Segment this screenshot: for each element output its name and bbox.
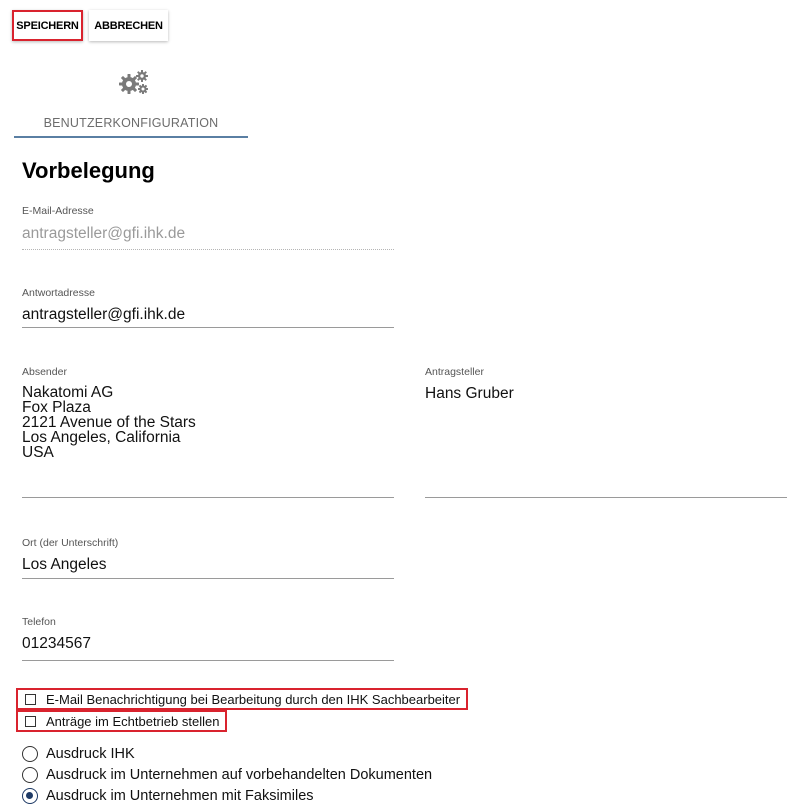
sender-field[interactable]: Nakatomi AG Fox Plaza 2121 Avenue of the…	[22, 384, 196, 461]
applicant-underline	[425, 497, 787, 498]
radio-print-pretreated[interactable]: Ausdruck im Unternehmen auf vorbehandelt…	[22, 766, 432, 784]
email-field-underline	[22, 249, 394, 250]
sender-line: Nakatomi AG	[22, 384, 114, 401]
sender-label: Absender	[22, 366, 67, 378]
sender-line: Los Angeles, California	[22, 429, 181, 446]
sender-line: USA	[22, 444, 54, 461]
sender-line: 2121 Avenue of the Stars	[22, 414, 196, 431]
checkbox-box[interactable]	[25, 693, 36, 705]
email-field: antragsteller@gfi.ihk.de	[22, 225, 186, 242]
place-underline	[22, 578, 394, 579]
place-field[interactable]: Los Angeles	[22, 556, 106, 574]
tab-user-configuration[interactable]: BENUTZERKONFIGURATION	[14, 62, 248, 139]
email-notification-checkbox[interactable]: E-Mail Benachrichtigung bei Bearbeitung …	[16, 688, 469, 710]
reply-address-underline	[22, 327, 394, 328]
radio-print-facsimile[interactable]: Ausdruck im Unternehmen mit Faksimiles	[22, 787, 314, 805]
place-label: Ort (der Unterschrift)	[22, 537, 119, 549]
radio-button[interactable]	[22, 746, 38, 762]
tab-active-indicator	[14, 136, 248, 138]
save-button[interactable]: SPEICHERN	[12, 10, 83, 41]
checkbox-label: E-Mail Benachrichtigung bei Bearbeitung …	[46, 691, 461, 707]
applicant-field[interactable]: Hans Gruber	[425, 385, 514, 403]
live-operation-checkbox[interactable]: Anträge im Echtbetrieb stellen	[16, 710, 228, 732]
radio-label: Ausdruck im Unternehmen auf vorbehandelt…	[46, 767, 433, 783]
section-title: Vorbelegung	[22, 158, 155, 183]
radio-label: Ausdruck im Unternehmen mit Faksimiles	[46, 788, 314, 804]
cancel-button[interactable]: ABBRECHEN	[89, 10, 168, 41]
radio-button[interactable]	[22, 767, 38, 783]
radio-button-selected[interactable]	[22, 788, 38, 804]
reply-address-label: Antwortadresse	[22, 287, 95, 299]
sender-line: Fox Plaza	[22, 399, 91, 416]
reply-address-field[interactable]: antragsteller@gfi.ihk.de	[22, 306, 185, 324]
checkbox-label: Anträge im Echtbetrieb stellen	[46, 713, 220, 729]
radio-label: Ausdruck IHK	[46, 746, 135, 762]
phone-label: Telefon	[22, 616, 56, 628]
tab-label: BENUTZERKONFIGURATION	[43, 116, 219, 130]
sender-underline	[22, 497, 394, 498]
gears-icon	[117, 68, 151, 96]
email-label: E-Mail-Adresse	[22, 205, 94, 217]
radio-print-ihk[interactable]: Ausdruck IHK	[22, 745, 135, 763]
checkbox-box[interactable]	[25, 715, 36, 727]
phone-field[interactable]: 01234567	[22, 635, 91, 653]
applicant-label: Antragsteller	[425, 366, 484, 378]
phone-underline	[22, 660, 394, 661]
